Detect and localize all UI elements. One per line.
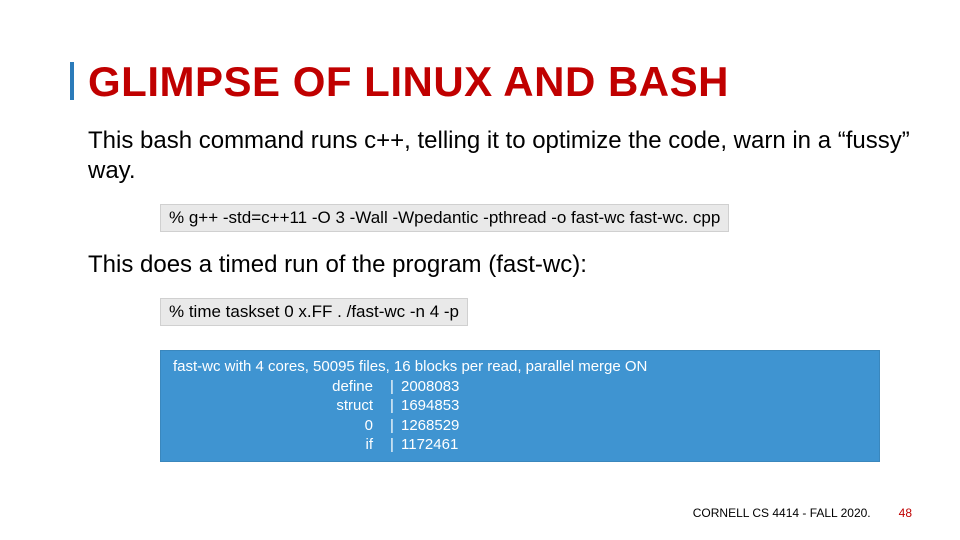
output-sep: | bbox=[383, 396, 401, 416]
paragraph-1: This bash command runs c++, telling it t… bbox=[70, 126, 920, 186]
slide-footer: CORNELL CS 4414 - FALL 2020. 48 bbox=[693, 506, 912, 520]
title-wrap: GLIMPSE OF LINUX AND BASH bbox=[70, 60, 920, 104]
slide-title: GLIMPSE OF LINUX AND BASH bbox=[88, 60, 920, 104]
output-label: define bbox=[173, 377, 383, 397]
output-header: fast-wc with 4 cores, 50095 files, 16 bl… bbox=[173, 357, 867, 377]
output-sep: | bbox=[383, 377, 401, 397]
compile-command-box: % g++ -std=c++11 -O 3 -Wall -Wpedantic -… bbox=[160, 204, 729, 232]
program-output-box: fast-wc with 4 cores, 50095 files, 16 bl… bbox=[160, 350, 880, 462]
output-row: define | 2008083 bbox=[173, 377, 867, 397]
footer-course: CORNELL CS 4414 - FALL 2020. bbox=[693, 506, 871, 520]
output-label: if bbox=[173, 435, 383, 455]
output-row: if | 1172461 bbox=[173, 435, 867, 455]
run-command-box: % time taskset 0 x.FF . /fast-wc -n 4 -p bbox=[160, 298, 468, 326]
output-value: 1268529 bbox=[401, 416, 459, 436]
output-label: struct bbox=[173, 396, 383, 416]
output-sep: | bbox=[383, 416, 401, 436]
output-row: 0 | 1268529 bbox=[173, 416, 867, 436]
output-value: 2008083 bbox=[401, 377, 459, 397]
title-accent-bar bbox=[70, 62, 74, 100]
output-row: struct | 1694853 bbox=[173, 396, 867, 416]
output-value: 1694853 bbox=[401, 396, 459, 416]
paragraph-2: This does a timed run of the program (fa… bbox=[70, 250, 920, 280]
output-value: 1172461 bbox=[401, 435, 458, 455]
page-number: 48 bbox=[899, 506, 912, 520]
output-label: 0 bbox=[173, 416, 383, 436]
output-sep: | bbox=[383, 435, 401, 455]
slide: GLIMPSE OF LINUX AND BASH This bash comm… bbox=[0, 0, 960, 540]
